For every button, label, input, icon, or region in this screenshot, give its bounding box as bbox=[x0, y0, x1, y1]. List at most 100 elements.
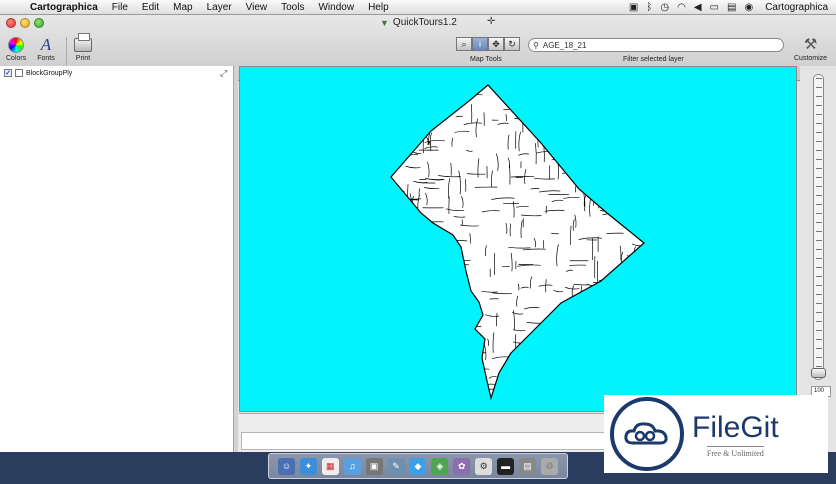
block-boundary bbox=[512, 111, 536, 114]
wifi-icon[interactable]: ◠ bbox=[677, 0, 686, 15]
calendar-icon[interactable]: ▤ bbox=[727, 0, 736, 15]
preview-icon[interactable]: ✎ bbox=[387, 457, 405, 475]
clock-icon[interactable]: ◷ bbox=[660, 0, 669, 15]
rotate-tool-icon[interactable]: ↻ bbox=[504, 37, 520, 51]
block-boundary bbox=[570, 393, 573, 398]
block-boundary bbox=[426, 279, 438, 282]
sidebar-splitter[interactable] bbox=[234, 66, 238, 452]
menu-map[interactable]: Map bbox=[166, 0, 199, 15]
block-boundary bbox=[635, 134, 639, 152]
zoom-tick bbox=[816, 312, 822, 313]
colors-button[interactable]: Colors bbox=[6, 35, 26, 62]
filter-field[interactable]: ⚲ bbox=[528, 38, 784, 52]
block-boundary bbox=[438, 361, 440, 378]
menu-file[interactable]: File bbox=[105, 0, 135, 15]
block-boundary bbox=[397, 226, 409, 229]
app-store-icon[interactable]: ◆ bbox=[409, 457, 427, 475]
finder-icon[interactable]: ☺ bbox=[277, 457, 295, 475]
customize-button[interactable]: ⚒ Customize bbox=[794, 35, 827, 62]
expand-icon[interactable]: ⤢ bbox=[220, 68, 227, 79]
music-icon[interactable]: ♫ bbox=[343, 457, 361, 475]
block-boundary bbox=[524, 338, 546, 341]
map-tools-group: ⌕ i ✥ ↻ bbox=[456, 37, 520, 51]
layer-row[interactable]: ✓ BlockGroupPly bbox=[4, 69, 72, 77]
block-boundary bbox=[431, 272, 439, 275]
menu-app-name[interactable]: Cartographica bbox=[26, 0, 105, 15]
block-boundary bbox=[558, 109, 560, 125]
menu-window[interactable]: Window bbox=[311, 0, 361, 15]
bluetooth-icon[interactable]: ᛒ bbox=[646, 0, 652, 15]
block-boundary bbox=[629, 209, 633, 221]
block-boundary bbox=[423, 340, 426, 359]
block-boundary bbox=[429, 87, 444, 90]
filter-input[interactable] bbox=[542, 40, 773, 50]
terminal-icon[interactable]: ▬ bbox=[497, 457, 515, 475]
block-boundary bbox=[577, 312, 579, 324]
camera-icon[interactable]: ▣ bbox=[629, 0, 638, 15]
zoom-slider-knob[interactable] bbox=[811, 368, 826, 378]
block-boundary bbox=[402, 106, 405, 130]
layer-select-checkbox[interactable] bbox=[15, 69, 23, 77]
zoom-slider-track[interactable] bbox=[813, 74, 824, 380]
print-button[interactable]: Print bbox=[73, 33, 93, 62]
block-boundary bbox=[578, 133, 582, 142]
menu-tools[interactable]: Tools bbox=[274, 0, 311, 15]
block-boundary bbox=[584, 150, 598, 153]
volume-icon[interactable]: ◀ bbox=[694, 0, 702, 15]
color-wheel-icon bbox=[8, 37, 25, 53]
block-boundary bbox=[423, 88, 444, 90]
block-boundary bbox=[605, 381, 619, 384]
map-canvas[interactable] bbox=[239, 66, 797, 412]
block-boundary bbox=[395, 329, 410, 332]
photos-icon[interactable]: ✿ bbox=[453, 457, 471, 475]
zoom-button[interactable] bbox=[34, 18, 44, 28]
trash-icon[interactable]: ♲ bbox=[540, 457, 558, 475]
filegit-logo bbox=[610, 397, 684, 471]
block-boundary bbox=[429, 102, 431, 111]
system-prefs-icon[interactable]: ⚙ bbox=[475, 457, 493, 475]
zoom-tick bbox=[816, 141, 822, 142]
menu-help[interactable]: Help bbox=[361, 0, 396, 15]
block-boundary bbox=[427, 309, 444, 312]
block-boundary bbox=[605, 168, 608, 182]
block-boundary bbox=[434, 333, 451, 336]
safari-icon[interactable]: ✦ bbox=[299, 457, 317, 475]
cloud-logo-icon bbox=[624, 422, 668, 445]
status-app-name[interactable]: Cartographica bbox=[761, 2, 828, 13]
block-boundary bbox=[397, 275, 400, 285]
block-boundary bbox=[628, 338, 631, 359]
menu-edit[interactable]: Edit bbox=[135, 0, 166, 15]
block-boundary bbox=[433, 93, 456, 96]
block-boundary bbox=[577, 347, 588, 350]
block-boundary bbox=[589, 105, 592, 112]
block-boundary bbox=[540, 96, 556, 99]
documents-stack-icon[interactable]: ▤ bbox=[519, 457, 537, 475]
menu-layer[interactable]: Layer bbox=[200, 0, 239, 15]
info-tool-icon[interactable]: i bbox=[472, 37, 488, 51]
map-app-icon[interactable]: ◈ bbox=[431, 457, 449, 475]
photo-booth-icon[interactable]: ▣ bbox=[365, 457, 383, 475]
minimize-button[interactable] bbox=[20, 18, 30, 28]
block-boundary bbox=[424, 87, 445, 91]
block-boundary bbox=[525, 397, 540, 398]
magnify-tool-icon[interactable]: ⌕ bbox=[456, 37, 472, 51]
block-boundary bbox=[419, 374, 435, 377]
zoom-tick bbox=[816, 285, 822, 286]
block-boundary bbox=[559, 355, 570, 358]
calendar-dock-icon[interactable]: ▦ bbox=[321, 457, 339, 475]
close-button[interactable] bbox=[6, 18, 16, 28]
map-tools-label: Map Tools bbox=[470, 56, 502, 63]
fonts-button[interactable]: A Fonts bbox=[36, 35, 56, 62]
filegit-watermark: FileGit Free & Unlimited bbox=[604, 395, 828, 473]
block-boundary bbox=[454, 270, 458, 295]
layer-visible-checkbox[interactable]: ✓ bbox=[4, 69, 12, 77]
battery-icon[interactable]: ▭ bbox=[710, 0, 719, 15]
block-boundary bbox=[395, 136, 410, 139]
block-boundary bbox=[391, 184, 392, 203]
block-boundary bbox=[462, 357, 466, 374]
block-boundary bbox=[411, 373, 422, 376]
user-icon[interactable]: ◉ bbox=[744, 0, 753, 15]
pan-tool-icon[interactable]: ✥ bbox=[488, 37, 504, 51]
menu-view[interactable]: View bbox=[239, 0, 275, 15]
block-boundary bbox=[530, 121, 541, 124]
